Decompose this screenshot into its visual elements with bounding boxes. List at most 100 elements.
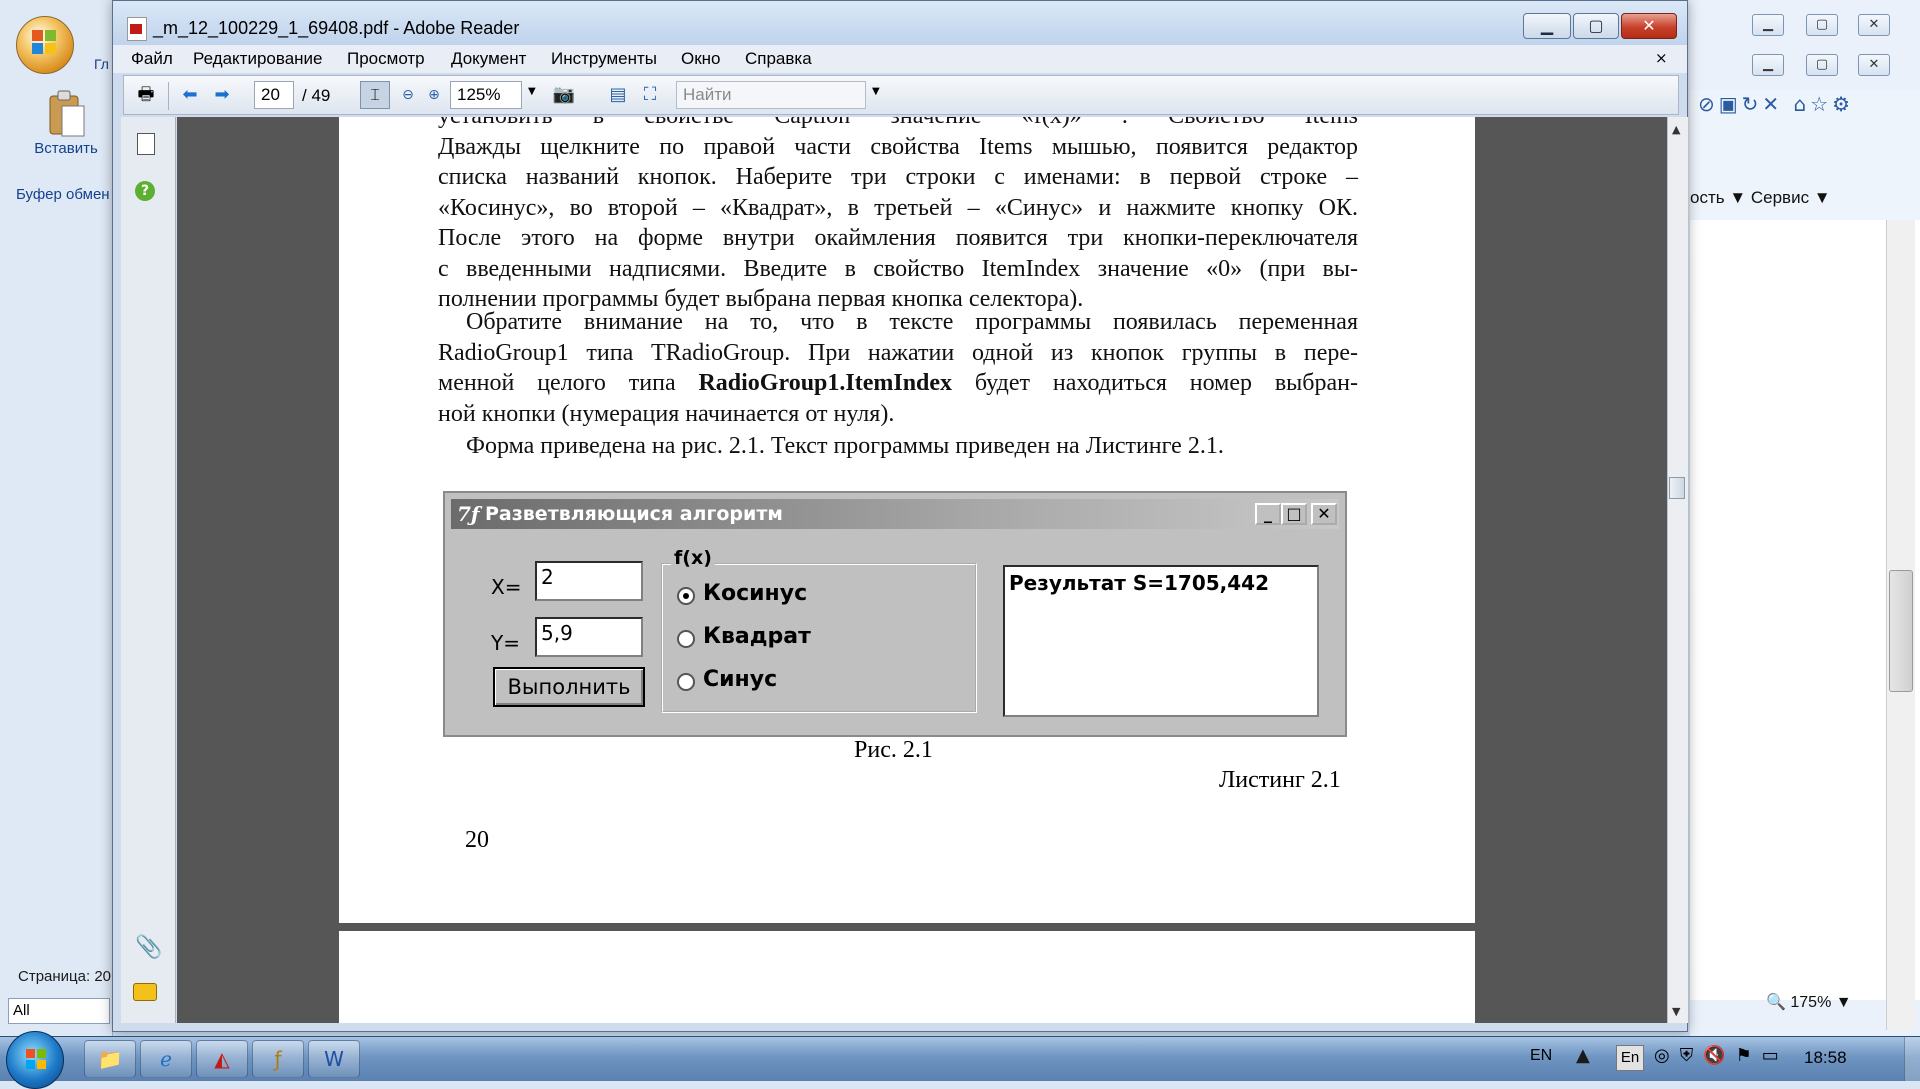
taskbar-explorer[interactable]: 📁 xyxy=(84,1040,136,1078)
taskbar-ie[interactable]: ℯ xyxy=(140,1040,192,1078)
zoom-in-icon[interactable]: ⊕ xyxy=(422,84,446,106)
radio-circle xyxy=(677,630,695,648)
bg-maximize-icon[interactable]: ▢ xyxy=(1806,14,1838,36)
menu-help[interactable]: Справка xyxy=(745,49,812,69)
vertical-scrollbar[interactable]: ▲ ▼ xyxy=(1667,117,1688,1023)
reader-toolbar: 🖶 ⬅ ➡ 20 / 49 ⌶ ⊖ ⊕ 125% ▼ 📷 ▤ ⛶ ▼ xyxy=(123,75,1679,115)
x-label: X= xyxy=(491,575,522,599)
system-tray[interactable]: ▲ xyxy=(1576,1045,1598,1066)
bg-restore-icon[interactable]: ▢ xyxy=(1806,54,1838,76)
form-screenshot: 7ƒ Разветвляющися алгоритм _ □ ✕ X= 2 Y=… xyxy=(443,491,1347,737)
bg-minimize-icon[interactable]: ▁ xyxy=(1752,14,1784,36)
previous-page-icon[interactable]: ⬅ xyxy=(178,84,202,106)
ie-zoom-readout[interactable]: 🔍 175% ▼ xyxy=(1766,992,1852,1012)
print-icon[interactable]: 🖶 xyxy=(134,84,158,106)
form-minimize-icon: _ xyxy=(1255,503,1281,525)
text-line: Форма приведена на рис. 2.1. Текст прогр… xyxy=(466,433,1224,459)
page-number-input[interactable]: 20 xyxy=(254,81,294,109)
paragraph-radiogroup: Обратите внимание на то, что в тексте пр… xyxy=(438,307,1358,429)
toolbar-separator xyxy=(168,82,169,110)
folder-icon: 📁 xyxy=(97,1047,123,1071)
bg-window-controls-1: ▁ ▢ ✕ xyxy=(1690,8,1920,48)
y-input: 5,9 xyxy=(535,617,643,657)
pdf-file-icon xyxy=(127,17,147,41)
taskbar-word[interactable]: W xyxy=(308,1040,360,1078)
scroll-up-icon[interactable]: ▲ xyxy=(1672,123,1680,136)
radio-group-caption: f(x) xyxy=(671,547,715,569)
find-input[interactable] xyxy=(676,81,866,109)
start-button[interactable] xyxy=(6,1031,64,1089)
y-label: Y= xyxy=(491,631,520,655)
volume-muted-icon[interactable]: 🔇 xyxy=(1703,1045,1735,1066)
text-line: Дважды щелкните по правой части свойства… xyxy=(438,133,1358,160)
tray-expand-icon[interactable]: ▲ xyxy=(1576,1045,1598,1066)
tray-language-box[interactable]: En xyxy=(1616,1045,1644,1071)
form-close-icon: ✕ xyxy=(1311,503,1337,525)
document-view[interactable]: установить в свойстве Caption значение «… xyxy=(177,117,1667,1023)
result-memo: Результат S=1705,442 xyxy=(1003,565,1319,717)
tray-status-icons[interactable]: ◎⛨🔇⚑▭ xyxy=(1654,1045,1789,1066)
all-field[interactable]: All xyxy=(8,998,110,1024)
next-page-icon[interactable]: ➡ xyxy=(210,84,234,106)
run-button: Выполнить xyxy=(493,667,645,707)
help-icon[interactable]: ? xyxy=(135,181,155,201)
scroll-thumb[interactable] xyxy=(1669,477,1685,499)
attachment-icon[interactable]: 📎 xyxy=(135,935,162,960)
menu-document[interactable]: Документ xyxy=(451,49,526,69)
bg-close-icon[interactable]: ✕ xyxy=(1858,14,1890,36)
show-desktop-button[interactable] xyxy=(1904,1037,1920,1081)
language-indicator[interactable]: EN xyxy=(1530,1047,1552,1065)
full-screen-icon[interactable]: ⛶ xyxy=(638,84,662,106)
menu-edit[interactable]: Редактирование xyxy=(193,49,323,69)
comments-icon[interactable] xyxy=(133,983,157,1001)
zoom-dropdown-icon[interactable]: ▼ xyxy=(528,86,536,97)
paste-button[interactable]: Вставить xyxy=(20,84,112,182)
form-titlebar: 7ƒ Разветвляющися алгоритм _ □ ✕ xyxy=(451,499,1339,529)
network-icon[interactable]: ▭ xyxy=(1762,1045,1789,1066)
document-close-icon[interactable]: × xyxy=(1655,49,1668,67)
figure-caption: Рис. 2.1 xyxy=(854,737,933,763)
clock[interactable]: 18:58 xyxy=(1804,1048,1847,1068)
shield-icon[interactable]: ⛨ xyxy=(1680,1045,1704,1066)
find-dropdown-icon[interactable]: ▼ xyxy=(872,86,880,97)
flag-icon[interactable]: ⚑ xyxy=(1736,1045,1762,1066)
close-button[interactable]: ✕ xyxy=(1621,13,1677,39)
menu-view[interactable]: Просмотр xyxy=(347,49,425,69)
text-line: ной кнопки (нумерация начинается от нуля… xyxy=(438,400,895,427)
zoom-out-icon[interactable]: ⊖ xyxy=(396,84,420,106)
fit-page-icon[interactable]: ▤ xyxy=(606,84,630,106)
snapshot-icon[interactable]: 📷 xyxy=(552,84,576,106)
select-tool-button[interactable]: ⌶ xyxy=(360,81,390,109)
adobe-reader-icon: ◭ xyxy=(214,1047,230,1071)
bg-close-icon[interactable]: ✕ xyxy=(1858,54,1890,76)
paragraph-figure-ref: Форма приведена на рис. 2.1. Текст прогр… xyxy=(438,431,1358,462)
minimize-button[interactable]: ▁ xyxy=(1523,13,1571,39)
page-total: / 49 xyxy=(302,86,331,105)
cursor-icon: ⌶ xyxy=(370,85,380,104)
pdf-page: установить в свойстве Caption значение «… xyxy=(339,117,1475,923)
reader-window: _m_12_100229_1_69408.pdf - Adobe Reader … xyxy=(112,0,1688,1032)
ribbon-tab-home[interactable]: Гл xyxy=(94,56,109,72)
ie-menu[interactable]: ость ▼ Сервис ▼ xyxy=(1690,188,1831,208)
pages-icon[interactable] xyxy=(137,133,155,155)
ie-scroll-thumb[interactable] xyxy=(1889,570,1913,692)
taskbar-delphi[interactable]: ƒ xyxy=(252,1040,304,1078)
navigation-panel: ? 📎 xyxy=(121,117,176,1023)
maximize-button[interactable]: ▢ xyxy=(1573,13,1619,39)
scroll-down-icon[interactable]: ▼ xyxy=(1672,1005,1680,1018)
reader-titlebar[interactable]: _m_12_100229_1_69408.pdf - Adobe Reader … xyxy=(113,1,1687,45)
form-maximize-icon: □ xyxy=(1281,503,1307,525)
word-status-page: Страница: 20 xyxy=(18,968,112,985)
menu-window[interactable]: Окно xyxy=(681,49,721,69)
paragraph-items: установить в свойстве Caption значение «… xyxy=(438,117,1358,315)
menu-file[interactable]: Файл xyxy=(131,49,173,69)
bg-minimize-icon[interactable]: ▁ xyxy=(1752,54,1784,76)
text-line: менной целого типа RadioGroup1.ItemIndex… xyxy=(438,368,1358,399)
taskbar-adobe-reader[interactable]: ◭ xyxy=(196,1040,248,1078)
ie-toolbar-icons[interactable]: ⊘▣↻✕ ⌂☆⚙ xyxy=(1698,92,1854,118)
text-run: будет находиться номер выбран- xyxy=(952,370,1359,396)
paste-label: Вставить xyxy=(34,140,98,157)
menu-tools[interactable]: Инструменты xyxy=(551,49,657,69)
zoom-input[interactable]: 125% xyxy=(450,81,522,109)
antivirus-icon[interactable]: ◎ xyxy=(1654,1045,1680,1066)
